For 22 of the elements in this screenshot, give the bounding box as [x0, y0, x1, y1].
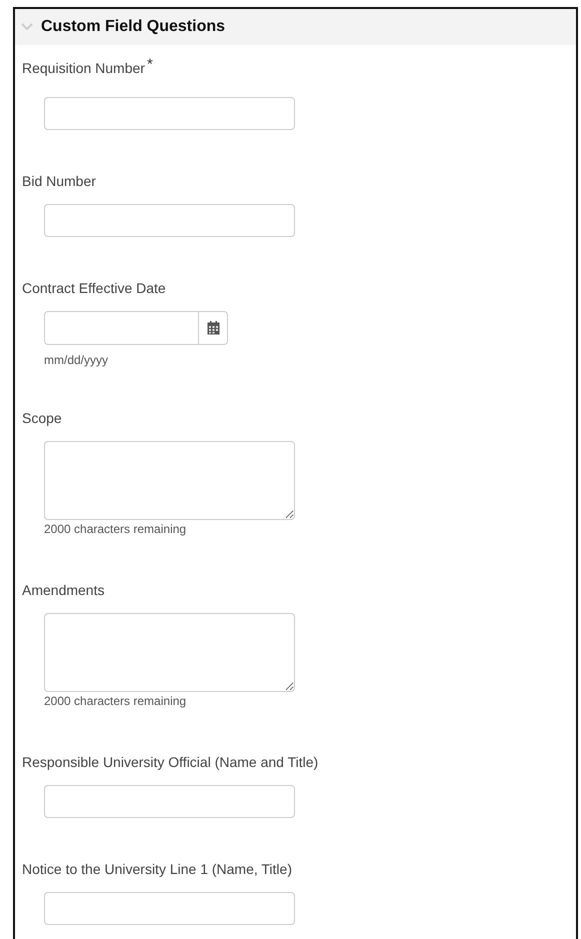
text-area[interactable] — [44, 613, 295, 692]
date-field[interactable] — [44, 311, 199, 345]
text-field[interactable] — [44, 785, 295, 818]
field-label: Amendments — [22, 581, 104, 600]
text-field[interactable] — [44, 204, 295, 237]
field-label: Bid Number — [22, 172, 96, 191]
calendar-icon — [206, 321, 220, 335]
field-hint: 2000 characters remaining — [44, 693, 186, 710]
field-label: Contract Effective Date — [22, 279, 166, 298]
required-mark: * — [146, 56, 153, 73]
section-header[interactable]: Custom Field Questions — [15, 9, 576, 45]
field-hint: 2000 characters remaining — [44, 521, 186, 538]
field-hint: mm/dd/yyyy — [44, 352, 108, 369]
field-label: Scope — [22, 409, 62, 428]
field-label: Requisition Number — [22, 59, 145, 78]
text-field[interactable] — [44, 892, 295, 925]
text-area[interactable] — [44, 441, 295, 520]
calendar-button[interactable] — [199, 311, 228, 345]
text-field[interactable] — [44, 97, 295, 130]
field-label: Notice to the University Line 1 (Name, Title) — [22, 860, 292, 879]
section-title: Custom Field Questions — [41, 17, 226, 37]
field-label: Responsible University Official (Name and Title) — [22, 753, 318, 772]
